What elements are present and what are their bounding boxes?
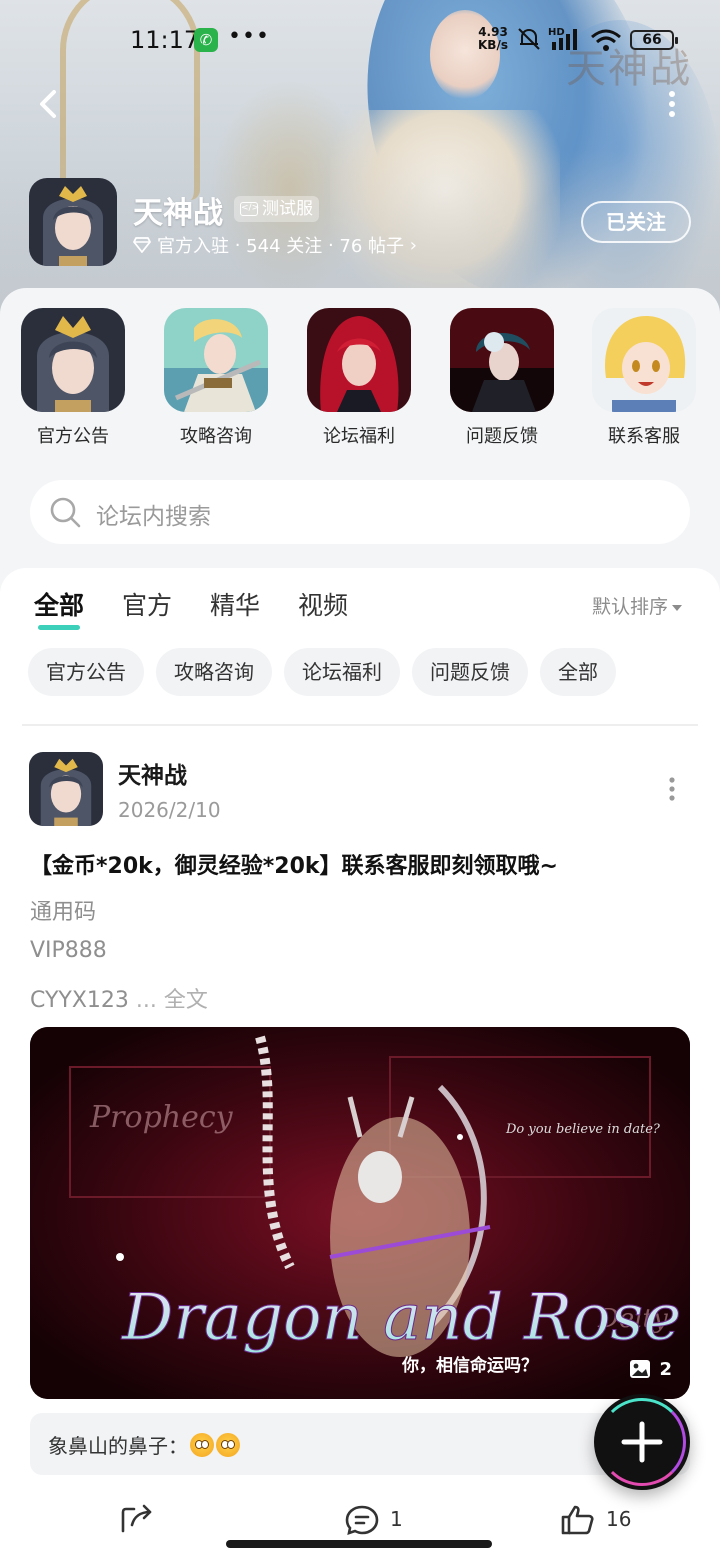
gallery-icon [630, 1360, 651, 1378]
category-chips: 官方公告 攻略咨询 论坛福利 问题反馈 全部 [28, 648, 616, 696]
like-count: 16 [606, 1507, 632, 1531]
battery-indicator: 66 [630, 30, 678, 50]
followers-count: 544 关注 [246, 236, 323, 257]
caret-down-icon [672, 604, 683, 611]
share-icon [121, 1504, 152, 1533]
network-speed-unit: KB/s [478, 38, 508, 52]
hd-label: HD [548, 27, 565, 38]
image-title-text: Dragon and Rose [121, 1281, 681, 1355]
shortcut-feedback-image [450, 308, 554, 412]
read-full-link[interactable]: 全文 [164, 988, 208, 1013]
shortcut-label: 联系客服 [608, 426, 680, 447]
wechat-notification-icon: ✆ [194, 28, 218, 52]
tab-video[interactable]: 视频 [298, 586, 348, 622]
share-button[interactable] [120, 1503, 154, 1535]
mute-bell-icon [518, 28, 540, 50]
shortcut-label: 问题反馈 [466, 426, 538, 447]
ellipsis: ... [128, 988, 164, 1013]
thumbs-up-icon [561, 1505, 594, 1535]
forum-name: 天神战 [133, 196, 223, 231]
posts-count: 76 帖子 [339, 236, 405, 257]
post-body-line: VIP888 [30, 938, 107, 963]
shortcut-customer-service[interactable]: 联系客服 [584, 308, 704, 448]
image-question: Do you believe in date? [505, 1122, 661, 1137]
shortcut-label: 论坛福利 [323, 426, 395, 447]
post-title[interactable]: 【金币*20k，御灵经验*20k】联系客服即刻领取哦~ [30, 848, 558, 880]
image-count-badge: 2 [629, 1355, 672, 1383]
chip-strategy[interactable]: 攻略咨询 [156, 648, 272, 696]
comment-icon [345, 1505, 379, 1535]
divider [22, 724, 698, 726]
post-author-avatar[interactable] [29, 752, 103, 826]
shortcut-forum-welfare[interactable]: 论坛福利 [299, 308, 419, 448]
post-author-name[interactable]: 天神战 [118, 756, 187, 790]
follow-button[interactable]: 已关注 [581, 201, 691, 243]
surprised-emoji-icon [190, 1433, 214, 1457]
network-speed: 4.93 KB/s [478, 26, 508, 52]
signal-icon: HD [548, 27, 577, 50]
shortcut-feedback[interactable]: 问题反馈 [442, 308, 562, 448]
post-image-art: Prophecy Deity Do you believe in date? D… [30, 1027, 690, 1399]
image-caption: 你，相信命运吗？ [401, 1355, 538, 1376]
post-body-line: CYYX123 ... 全文 [30, 982, 208, 1014]
status-bar: 11:17 ✆ ••• 4.93 KB/s HD 66 [0, 22, 720, 62]
shortcut-strategy[interactable]: 攻略咨询 [156, 308, 276, 448]
sort-dropdown[interactable]: 默认排序 [592, 592, 683, 619]
code-icon: </> [240, 202, 259, 216]
shortcut-forum-welfare-image [307, 308, 411, 412]
sort-label: 默认排序 [592, 596, 669, 618]
forum-avatar[interactable] [29, 178, 117, 266]
post-more-icon[interactable] [660, 776, 684, 802]
create-post-button[interactable] [594, 1394, 690, 1490]
chip-official-notice[interactable]: 官方公告 [28, 648, 144, 696]
tab-featured[interactable]: 精华 [210, 586, 260, 622]
chip-feedback[interactable]: 问题反馈 [412, 648, 528, 696]
forum-avatar-art [29, 178, 117, 266]
post-image[interactable]: Prophecy Deity Do you believe in date? D… [30, 1027, 690, 1399]
forum-meta[interactable]: 官方入驻 · 544 关注 · 76 帖子 › [133, 232, 417, 258]
chevron-right-icon: › [404, 234, 417, 256]
more-options-icon[interactable] [658, 88, 686, 120]
shortcut-official-notice-image [21, 308, 125, 412]
shortcut-customer-service-image [592, 308, 696, 412]
shortcut-label: 官方公告 [37, 426, 109, 447]
top-comment[interactable]: 象鼻山的鼻子： [30, 1413, 690, 1475]
chip-all[interactable]: 全部 [540, 648, 616, 696]
home-indicator[interactable] [226, 1540, 492, 1548]
tab-all[interactable]: 全部 [34, 586, 84, 630]
post-actions: 1 16 [0, 1503, 720, 1543]
comment-button[interactable]: 1 [344, 1503, 403, 1535]
tab-official[interactable]: 官方 [122, 586, 172, 622]
top-comment-text: 象鼻山的鼻子： [48, 1430, 240, 1459]
plus-icon [621, 1421, 663, 1463]
search-icon [50, 497, 81, 528]
surprised-emoji-icon [216, 1433, 240, 1457]
chip-forum-welfare[interactable]: 论坛福利 [284, 648, 400, 696]
shortcut-label: 攻略咨询 [180, 426, 252, 447]
shortcut-row: 官方公告 攻略咨询 论坛福利 问题反馈 联系客服 [0, 308, 720, 458]
back-icon[interactable] [30, 84, 70, 124]
image-count: 2 [659, 1358, 672, 1380]
meta-separator: · [229, 234, 247, 256]
top-comment-content: 象鼻山的鼻子： [48, 1434, 188, 1458]
like-button[interactable]: 16 [560, 1503, 631, 1535]
status-time: 11:17 [130, 26, 200, 54]
meta-separator: · [322, 234, 340, 256]
post-body-text: CYYX123 [30, 988, 129, 1013]
wifi-icon [591, 29, 621, 51]
diamond-icon [133, 237, 151, 253]
post-body-line: 通用码 [30, 900, 97, 925]
feed-tabs: 全部 官方 精华 视频 [34, 586, 348, 630]
official-label: 官方入驻 [157, 236, 229, 257]
forum-search-input[interactable]: 论坛内搜索 [30, 480, 690, 544]
image-side-text: Prophecy [89, 1100, 234, 1135]
more-notifications-icon: ••• [228, 24, 270, 49]
shortcut-official-notice[interactable]: 官方公告 [13, 308, 133, 448]
shortcut-strategy-image [164, 308, 268, 412]
post-date: 2026/2/10 [118, 798, 221, 822]
search-placeholder: 论坛内搜索 [96, 504, 211, 530]
comment-count: 1 [390, 1507, 403, 1531]
test-server-label: 测试服 [262, 199, 313, 219]
test-server-badge: </> 测试服 [234, 196, 319, 222]
